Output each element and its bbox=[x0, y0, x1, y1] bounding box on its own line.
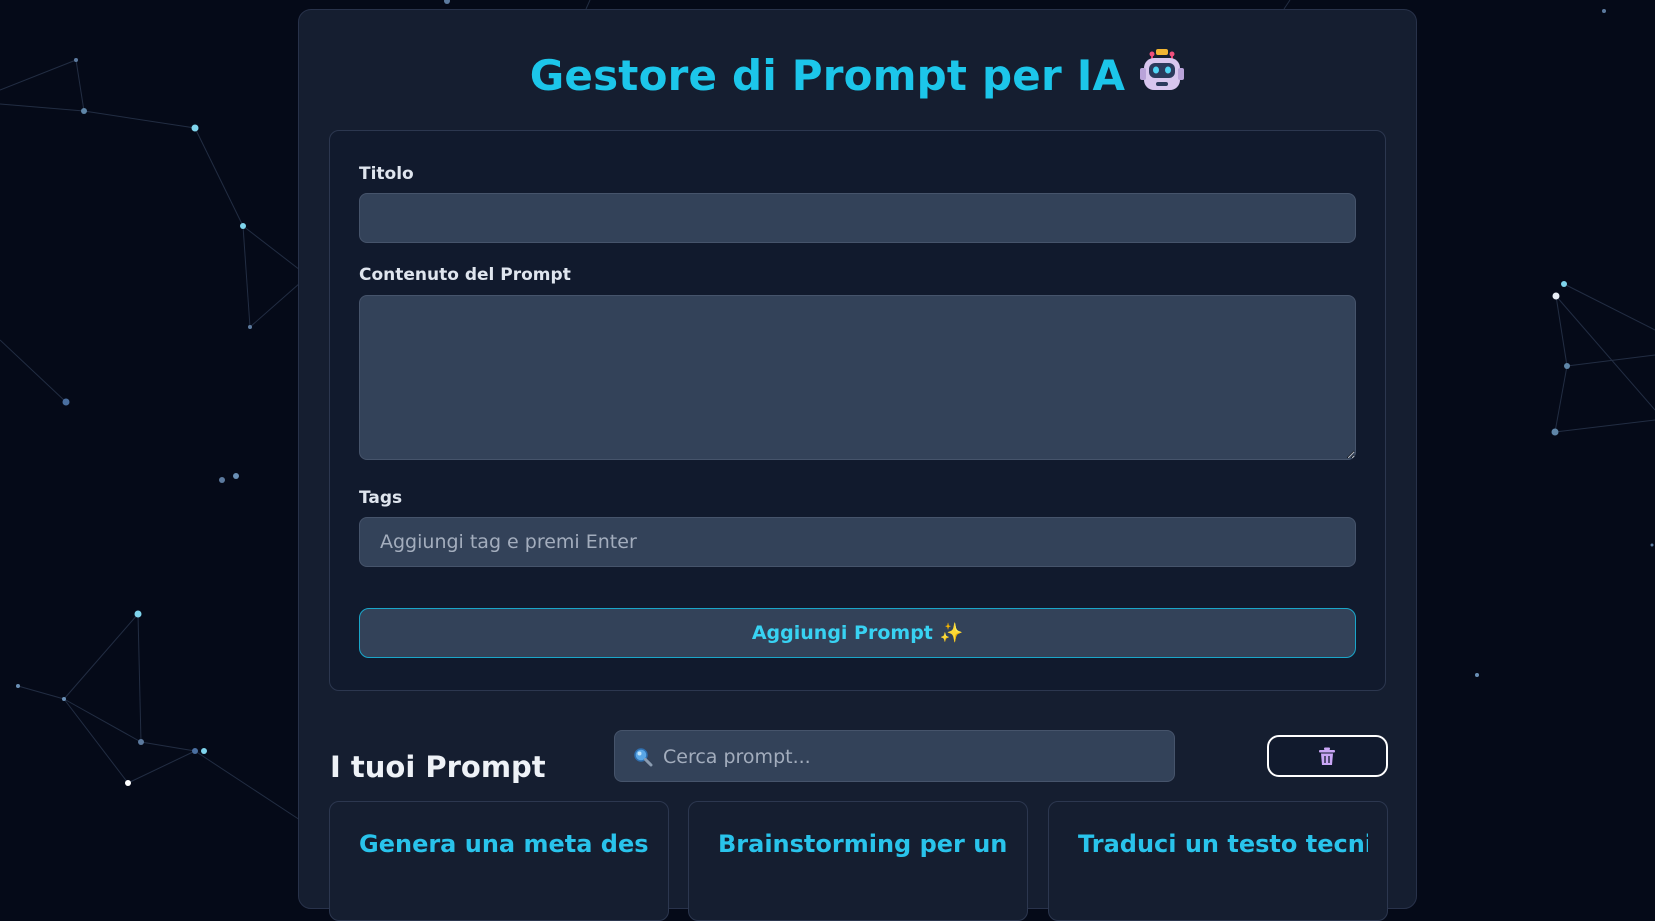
search-input[interactable] bbox=[661, 731, 1165, 783]
prompt-card-title: Genera una meta desc... bbox=[359, 830, 649, 858]
prompt-card-title: Traduci un testo tecnico bbox=[1078, 830, 1368, 858]
prompt-card[interactable]: Brainstorming per un ... bbox=[688, 801, 1028, 921]
prompt-card[interactable]: Genera una meta desc... bbox=[329, 801, 669, 921]
main-panel: Gestore di Prompt per IA Titolo Contenut… bbox=[298, 9, 1417, 921]
page-title-text: Gestore di Prompt per IA bbox=[529, 51, 1126, 100]
page-title: Gestore di Prompt per IA bbox=[299, 46, 1416, 104]
tags-input[interactable] bbox=[359, 517, 1356, 567]
prompts-heading: I tuoi Prompt bbox=[330, 750, 546, 784]
title-label: Titolo bbox=[359, 164, 414, 184]
search-box[interactable] bbox=[614, 730, 1175, 783]
tags-label: Tags bbox=[359, 488, 403, 508]
prompt-form: Titolo Contenuto del Prompt Tags Aggiung… bbox=[329, 130, 1386, 691]
title-input[interactable] bbox=[359, 193, 1356, 243]
content-label: Contenuto del Prompt bbox=[359, 265, 571, 285]
trash-icon bbox=[1319, 747, 1335, 765]
add-prompt-button[interactable]: Aggiungi Prompt ✨ bbox=[359, 608, 1356, 658]
robot-icon bbox=[1139, 46, 1185, 104]
magnifier-icon bbox=[633, 747, 653, 767]
prompt-content-textarea[interactable] bbox=[359, 295, 1356, 460]
prompt-card[interactable]: Traduci un testo tecnico bbox=[1048, 801, 1388, 921]
delete-all-button[interactable] bbox=[1267, 735, 1388, 777]
prompt-card-title: Brainstorming per un ... bbox=[718, 830, 1008, 858]
